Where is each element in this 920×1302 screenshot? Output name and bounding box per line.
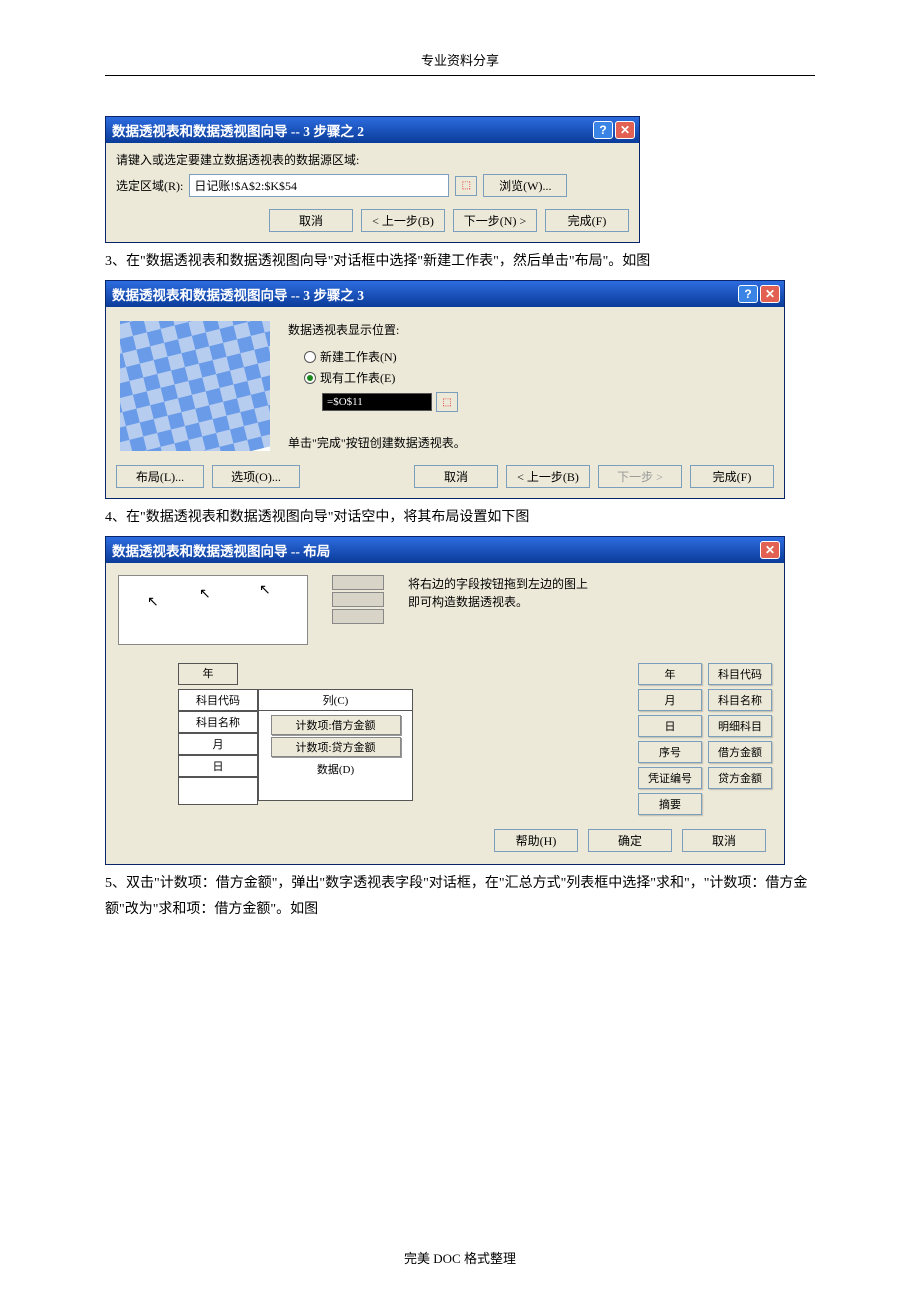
radio-label: 现有工作表(E): [320, 369, 395, 386]
finish-hint: 单击"完成"按钮创建数据透视表。: [288, 426, 770, 451]
reference-picker-icon[interactable]: ⬚: [436, 392, 458, 412]
cancel-button[interactable]: 取消: [414, 465, 498, 488]
close-icon[interactable]: ✕: [760, 285, 780, 303]
field-button[interactable]: 月: [638, 689, 702, 711]
row-drop-field[interactable]: 科目代码: [178, 689, 258, 711]
column-drop-zone[interactable]: 列(C): [258, 689, 413, 711]
data-field[interactable]: 计数项:借方金额: [271, 715, 401, 735]
titlebar: 数据透视表和数据透视图向导 -- 3 步骤之 3 ? ✕: [106, 281, 784, 307]
layout-instruction: 将右边的字段按钮拖到左边的图上 即可构造数据透视表。: [408, 575, 772, 611]
cancel-button[interactable]: 取消: [682, 829, 766, 852]
field-button[interactable]: 贷方金额: [708, 767, 772, 789]
field-button[interactable]: 科目代码: [708, 663, 772, 685]
range-input[interactable]: 日记账!$A$2:$K$54: [189, 174, 449, 197]
wizard-step2-dialog: 数据透视表和数据透视图向导 -- 3 步骤之 2 ? ✕ 请键入或选定要建立数据…: [105, 116, 640, 243]
sheet-ref-input[interactable]: =$O$11: [322, 393, 432, 411]
page-header: 专业资料分享: [105, 50, 815, 76]
finish-button[interactable]: 完成(F): [690, 465, 774, 488]
text-step3: 3、在"数据透视表和数据透视图向导"对话框中选择"新建工作表"，然后单击"布局"…: [105, 249, 815, 274]
dialog-title: 数据透视表和数据透视图向导 -- 布局: [110, 540, 758, 560]
close-icon[interactable]: ✕: [615, 121, 635, 139]
radio-existing-sheet[interactable]: 现有工作表(E): [304, 369, 770, 386]
next-button: 下一步 >: [598, 465, 682, 488]
close-icon[interactable]: ✕: [760, 541, 780, 559]
row-drop-field[interactable]: 日: [178, 755, 258, 777]
row-drop-empty[interactable]: [178, 777, 258, 805]
field-button[interactable]: 序号: [638, 741, 702, 763]
page-footer: 完美 DOC 格式整理: [0, 1248, 920, 1267]
field-button[interactable]: 凭证编号: [638, 767, 702, 789]
radio-label: 新建工作表(N): [320, 348, 397, 365]
cursor-icon: ↖: [147, 594, 159, 611]
wizard-step3-dialog: 数据透视表和数据透视图向导 -- 3 步骤之 3 ? ✕ 数据透视表显示位置: …: [105, 280, 785, 499]
field-button[interactable]: 借方金额: [708, 741, 772, 763]
help-icon[interactable]: ?: [738, 285, 758, 303]
field-button[interactable]: 明细科目: [708, 715, 772, 737]
radio-icon: [304, 351, 316, 363]
data-field[interactable]: 计数项:贷方金额: [271, 737, 401, 757]
cursor-icon: ↖: [259, 582, 271, 599]
field-button[interactable]: 摘要: [638, 793, 702, 815]
titlebar: 数据透视表和数据透视图向导 -- 3 步骤之 2 ? ✕: [106, 117, 639, 143]
location-question: 数据透视表显示位置:: [288, 321, 770, 338]
field-button[interactable]: 年: [638, 663, 702, 685]
row-drop-field[interactable]: 科目名称: [178, 711, 258, 733]
back-button[interactable]: < 上一步(B): [361, 209, 445, 232]
field-button[interactable]: 日: [638, 715, 702, 737]
options-button[interactable]: 选项(O)...: [212, 465, 300, 488]
field-palette: 年 月 日 序号 凭证编号 摘要 科目代码 科目名称 明细科目 借方金额 贷方金…: [638, 663, 772, 815]
cancel-button[interactable]: 取消: [269, 209, 353, 232]
help-button[interactable]: 帮助(H): [494, 829, 578, 852]
wizard-illustration: [120, 321, 270, 451]
radio-icon: [304, 372, 316, 384]
mini-field: [332, 592, 384, 607]
layout-illustration: ↖ ↖ ↖: [118, 575, 308, 645]
back-button[interactable]: < 上一步(B): [506, 465, 590, 488]
row-drop-field[interactable]: 月: [178, 733, 258, 755]
data-label: 数据(D): [317, 761, 354, 777]
mini-field-illustration: [332, 575, 384, 624]
prompt-text: 请键入或选定要建立数据透视表的数据源区域:: [116, 151, 629, 168]
dialog-title: 数据透视表和数据透视图向导 -- 3 步骤之 3: [110, 284, 736, 304]
help-icon[interactable]: ?: [593, 121, 613, 139]
wizard-layout-dialog: 数据透视表和数据透视图向导 -- 布局 ✕ ↖ ↖ ↖ 将右边的字段按钮拖到左边…: [105, 536, 785, 865]
reference-picker-icon[interactable]: ⬚: [455, 176, 477, 196]
data-drop-zone[interactable]: 计数项:借方金额 计数项:贷方金额 数据(D): [258, 711, 413, 801]
finish-button[interactable]: 完成(F): [545, 209, 629, 232]
field-button[interactable]: 科目名称: [708, 689, 772, 711]
ok-button[interactable]: 确定: [588, 829, 672, 852]
text-step4: 4、在"数据透视表和数据透视图向导"对话空中，将其布局设置如下图: [105, 505, 815, 530]
next-button[interactable]: 下一步(N) >: [453, 209, 537, 232]
range-label: 选定区域(R):: [116, 177, 183, 194]
layout-button[interactable]: 布局(L)...: [116, 465, 204, 488]
browse-button[interactable]: 浏览(W)...: [483, 174, 567, 197]
mini-field: [332, 575, 384, 590]
mini-field: [332, 609, 384, 624]
page-drop-field[interactable]: 年: [178, 663, 238, 685]
text-step5: 5、双击"计数项：借方金额"，弹出"数字透视表字段"对话框，在"汇总方式"列表框…: [105, 871, 815, 921]
titlebar: 数据透视表和数据透视图向导 -- 布局 ✕: [106, 537, 784, 563]
dialog-title: 数据透视表和数据透视图向导 -- 3 步骤之 2: [110, 120, 591, 140]
cursor-icon: ↖: [199, 586, 211, 603]
radio-new-sheet[interactable]: 新建工作表(N): [304, 348, 770, 365]
